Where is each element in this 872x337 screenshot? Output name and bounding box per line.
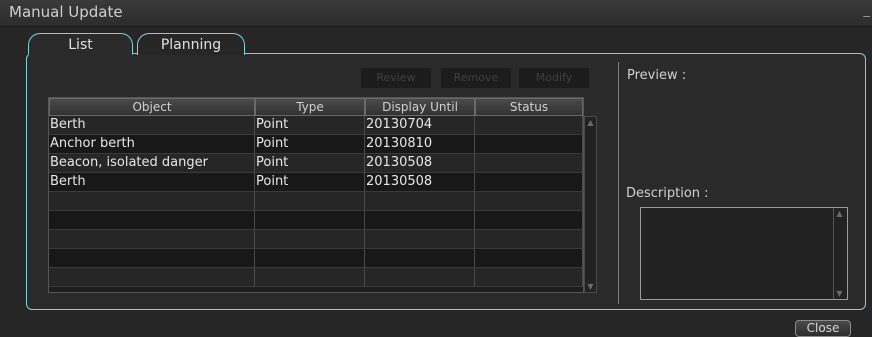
column-header-display-until[interactable]: Display Until [365, 98, 475, 116]
cell-status [475, 230, 583, 249]
cell-type [255, 249, 365, 268]
table-scrollbar[interactable]: ▲ ▼ [584, 116, 597, 293]
cell-type: Point [255, 154, 365, 173]
window-title: Manual Update [9, 3, 123, 21]
table-row[interactable]: Anchor berth Point 20130810 [49, 135, 583, 154]
column-header-type[interactable]: Type [255, 98, 365, 116]
table-row[interactable] [49, 249, 583, 268]
panel-divider [618, 62, 619, 304]
table-row[interactable] [49, 268, 583, 287]
cell-object: Berth [49, 116, 255, 135]
cell-status [475, 211, 583, 230]
tab-list[interactable]: List [28, 33, 133, 55]
minimize-icon[interactable]: _ [864, 3, 871, 18]
cell-display-until: 20130508 [365, 173, 475, 192]
table-row[interactable]: Beacon, isolated danger Point 20130508 [49, 154, 583, 173]
table-row[interactable] [49, 230, 583, 249]
cell-display-until [365, 211, 475, 230]
table-row[interactable] [49, 211, 583, 230]
table-row[interactable] [49, 192, 583, 211]
cell-object [49, 230, 255, 249]
description-scrollbar[interactable]: ▲ ▼ [833, 208, 846, 299]
cell-status [475, 192, 583, 211]
close-button[interactable]: Close [795, 320, 851, 337]
cell-object [49, 211, 255, 230]
column-header-status[interactable]: Status [475, 98, 583, 116]
cell-type: Point [255, 135, 365, 154]
column-header-object[interactable]: Object [49, 98, 255, 116]
object-table: Object Type Display Until Status Berth Po… [48, 97, 584, 293]
cell-display-until [365, 192, 475, 211]
scroll-down-icon[interactable]: ▼ [586, 282, 595, 291]
scroll-up-icon[interactable]: ▲ [835, 209, 844, 218]
cell-type: Point [255, 173, 365, 192]
description-field[interactable] [640, 207, 848, 300]
review-button[interactable]: Review [361, 68, 431, 88]
scroll-up-icon[interactable]: ▲ [586, 118, 595, 127]
cell-object: Anchor berth [49, 135, 255, 154]
cell-status [475, 173, 583, 192]
cell-type [255, 192, 365, 211]
cell-type: Point [255, 116, 365, 135]
title-bar: Manual Update _ [0, 0, 872, 27]
table-row[interactable]: Berth Point 20130508 [49, 173, 583, 192]
cell-type [255, 211, 365, 230]
cell-object [49, 249, 255, 268]
scroll-down-icon[interactable]: ▼ [835, 289, 844, 298]
cell-object [49, 192, 255, 211]
cell-status [475, 154, 583, 173]
preview-label: Preview : [627, 68, 687, 83]
cell-status [475, 268, 583, 287]
cell-type [255, 230, 365, 249]
cell-status [475, 116, 583, 135]
table-row[interactable]: Berth Point 20130704 [49, 116, 583, 135]
cell-display-until: 20130704 [365, 116, 475, 135]
tab-planning[interactable]: Planning [137, 33, 245, 55]
cell-display-until [365, 268, 475, 287]
cell-type [255, 268, 365, 287]
remove-button[interactable]: Remove [441, 68, 511, 88]
cell-display-until: 20130810 [365, 135, 475, 154]
cell-display-until [365, 230, 475, 249]
cell-object [49, 268, 255, 287]
cell-object: Beacon, isolated danger [49, 154, 255, 173]
cell-display-until [365, 249, 475, 268]
cell-object: Berth [49, 173, 255, 192]
description-label: Description : [626, 186, 709, 201]
cell-display-until: 20130508 [365, 154, 475, 173]
modify-button[interactable]: Modify [519, 68, 589, 88]
cell-status [475, 249, 583, 268]
table-header: Object Type Display Until Status [49, 98, 583, 116]
cell-status [475, 135, 583, 154]
